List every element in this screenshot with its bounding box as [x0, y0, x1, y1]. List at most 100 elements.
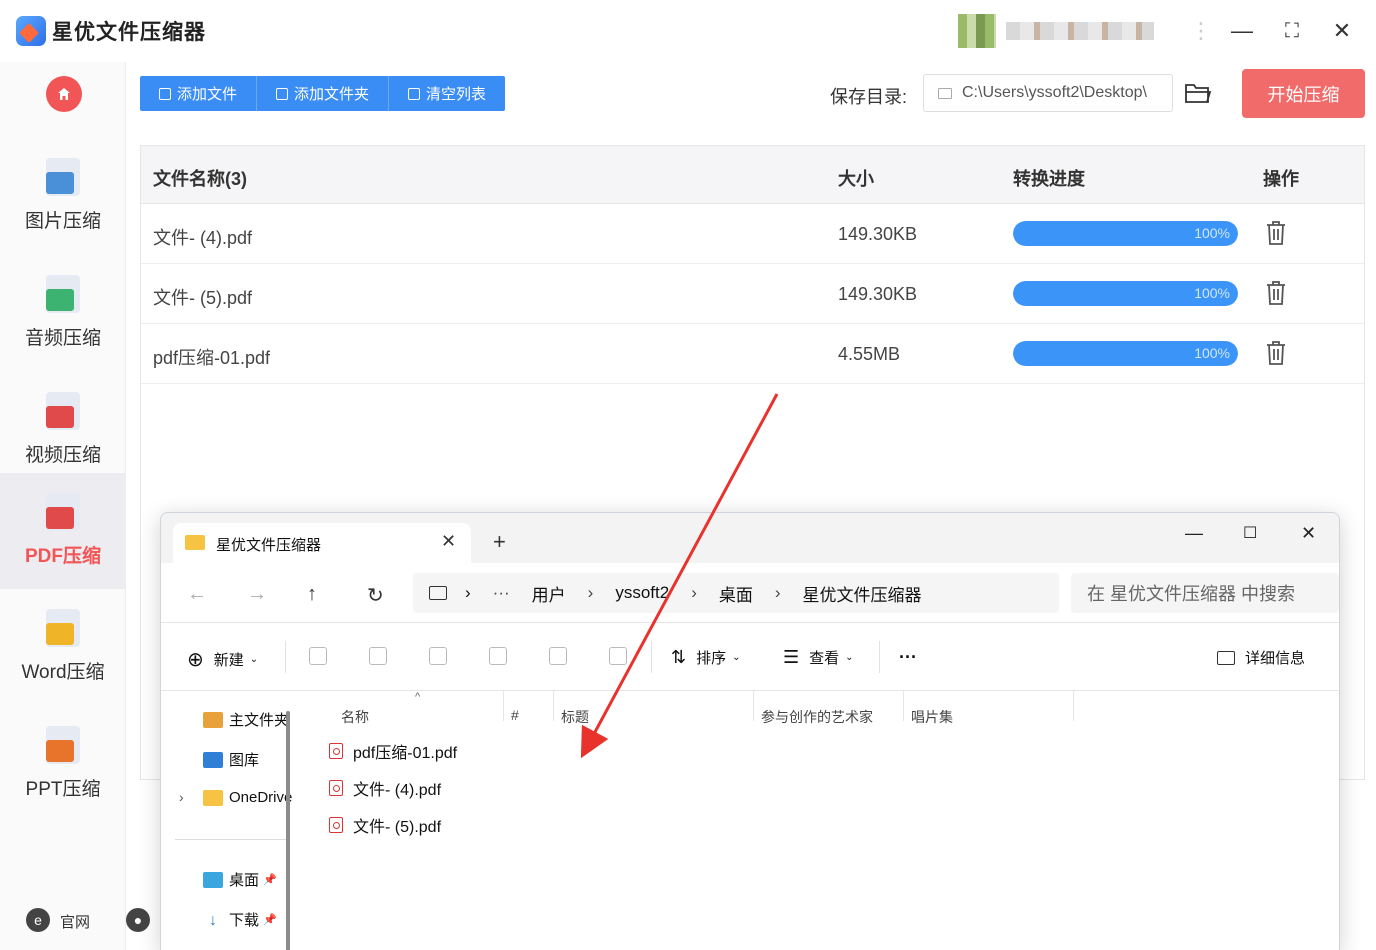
column-header-album[interactable]: 唱片集	[911, 707, 953, 727]
progress-label: 100%	[1194, 285, 1230, 301]
desktop-icon	[203, 871, 223, 888]
browse-folder-icon[interactable]	[1184, 80, 1212, 106]
breadcrumb-item[interactable]: 桌面	[719, 581, 753, 606]
expand-chevron-icon[interactable]: ›	[179, 789, 184, 805]
user-name-blurred[interactable]	[1006, 22, 1154, 40]
breadcrumb-item[interactable]: 星优文件压缩器	[803, 581, 922, 606]
column-header-artists[interactable]: 参与创作的艺术家	[761, 707, 873, 727]
explorer-tab[interactable]: 星优文件压缩器 ✕	[173, 523, 471, 563]
app-logo-icon	[16, 16, 46, 46]
column-header-number[interactable]: #	[511, 707, 519, 723]
tree-item-home[interactable]: 主文件夹	[203, 709, 299, 730]
column-divider[interactable]	[503, 691, 504, 721]
tree-item-label: 图库	[229, 752, 260, 769]
progress-bar: 100%	[1013, 221, 1238, 246]
sidebar: 图片压缩 音频压缩 视频压缩 PDF压缩 Word压缩 PPT压缩	[0, 62, 126, 950]
more-options-button[interactable]: ···	[899, 647, 917, 668]
user-avatar[interactable]	[958, 14, 996, 48]
new-button[interactable]: ⊕ 新建 ⌄	[187, 647, 258, 672]
up-icon[interactable]: ↑	[307, 583, 317, 606]
minimize-button[interactable]: —	[1227, 16, 1257, 46]
home-icon	[58, 88, 70, 100]
file-list-item[interactable]: 文件- (5).pdf	[329, 813, 441, 837]
chevron-down-icon: ⌄	[732, 652, 741, 663]
new-label: 新建	[213, 652, 244, 669]
back-icon[interactable]: ←	[187, 583, 207, 606]
refresh-icon[interactable]: ↻	[367, 583, 384, 608]
explorer-close-button[interactable]: ✕	[1301, 523, 1316, 544]
maximize-button[interactable]: ⛶	[1277, 16, 1307, 46]
trash-icon[interactable]	[1265, 220, 1287, 246]
explorer-minimize-button[interactable]: —	[1185, 523, 1203, 544]
sidebar-item-video[interactable]: 视频压缩	[0, 372, 126, 488]
file-list-item[interactable]: pdf压缩-01.pdf	[329, 739, 457, 763]
add-file-button[interactable]: 添加文件	[140, 76, 258, 111]
table-row[interactable]: pdf压缩-01.pdf 4.55MB 100%	[141, 324, 1364, 384]
sidebar-item-ppt[interactable]: PPT压缩	[0, 706, 126, 822]
sidebar-item-pdf[interactable]: PDF压缩	[0, 473, 126, 589]
column-divider[interactable]	[553, 691, 554, 721]
details-button[interactable]: 详细信息	[1217, 647, 1305, 668]
close-button[interactable]: ✕	[1327, 16, 1357, 46]
tree-divider	[175, 839, 287, 840]
menu-dots-icon[interactable]: ⋮	[1186, 16, 1216, 46]
copy-icon[interactable]	[369, 647, 387, 665]
chat-icon[interactable]: ●	[126, 908, 150, 932]
close-tab-icon[interactable]: ✕	[441, 531, 456, 552]
progress-bar: 100%	[1013, 341, 1238, 366]
start-compress-button[interactable]: 开始压缩	[1242, 69, 1365, 118]
tree-item-gallery[interactable]: 图库	[203, 749, 299, 770]
sort-button[interactable]: ⇅ 排序 ⌄	[671, 647, 741, 668]
column-divider[interactable]	[1073, 691, 1074, 721]
breadcrumb-item[interactable]: 用户	[532, 581, 566, 606]
sidebar-item-audio[interactable]: 音频压缩	[0, 255, 126, 371]
file-action-buttons: 添加文件 添加文件夹 清空列表	[140, 76, 506, 111]
breadcrumb-item[interactable]: yssoft2	[615, 583, 669, 603]
rename-icon[interactable]	[489, 647, 507, 665]
breadcrumb-more[interactable]: ···	[493, 583, 510, 603]
explorer-nav-bar: ← → ↑ ↻ › ··· 用户 › yssoft2 › 桌面 › 星优文件压缩…	[161, 563, 1339, 623]
column-divider[interactable]	[903, 691, 904, 721]
column-divider[interactable]	[753, 691, 754, 721]
tree-item-desktop[interactable]: 桌面 📌	[203, 869, 299, 890]
word-icon	[46, 609, 80, 647]
explorer-maximize-button[interactable]: ☐	[1243, 523, 1257, 543]
tree-item-label: 下载	[229, 912, 260, 929]
column-header-name[interactable]: 名称	[341, 707, 369, 727]
table-row[interactable]: 文件- (4).pdf 149.30KB 100%	[141, 204, 1364, 264]
cut-icon[interactable]	[309, 647, 327, 665]
paste-icon[interactable]	[429, 647, 447, 665]
share-icon[interactable]	[549, 647, 567, 665]
save-dir-input[interactable]: C:\Users\yssoft2\Desktop\	[923, 74, 1173, 112]
sidebar-item-image[interactable]: 图片压缩	[0, 138, 126, 254]
tree-item-onedrive[interactable]: OneDrive	[203, 789, 299, 806]
table-row[interactable]: 文件- (5).pdf 149.30KB 100%	[141, 264, 1364, 324]
trash-icon[interactable]	[1265, 340, 1287, 366]
divider	[285, 641, 286, 673]
file-icon	[159, 87, 171, 100]
sidebar-item-label: 视频压缩	[24, 445, 101, 466]
address-bar[interactable]: › ··· 用户 › yssoft2 › 桌面 › 星优文件压缩器	[413, 573, 1059, 613]
sidebar-item-label: 图片压缩	[24, 211, 101, 232]
home-button[interactable]	[46, 76, 82, 112]
tree-item-downloads[interactable]: ↓ 下载 📌	[203, 909, 299, 930]
delete-icon[interactable]	[609, 647, 627, 665]
column-header-title[interactable]: 标题	[561, 707, 589, 727]
view-button[interactable]: ☰ 查看 ⌄	[783, 647, 854, 668]
website-link[interactable]: 官网	[60, 911, 90, 932]
forward-icon[interactable]: →	[247, 583, 267, 606]
file-list-item[interactable]: 文件- (4).pdf	[329, 776, 441, 800]
tree-scrollbar[interactable]	[286, 711, 290, 950]
clear-list-button[interactable]: 清空列表	[389, 76, 505, 111]
divider	[651, 641, 652, 673]
trash-icon[interactable]	[1265, 280, 1287, 306]
new-tab-icon[interactable]: +	[493, 531, 506, 553]
breadcrumb-chevron-icon: ›	[691, 583, 697, 602]
sidebar-item-word[interactable]: Word压缩	[0, 589, 126, 705]
add-folder-button[interactable]: 添加文件夹	[257, 76, 390, 111]
audio-icon	[46, 275, 80, 313]
website-icon[interactable]: e	[26, 908, 50, 932]
folder-icon	[185, 535, 205, 550]
explorer-search-input[interactable]: 在 星优文件压缩器 中搜索	[1071, 573, 1339, 613]
file-list-name: 文件- (4).pdf	[353, 782, 442, 799]
